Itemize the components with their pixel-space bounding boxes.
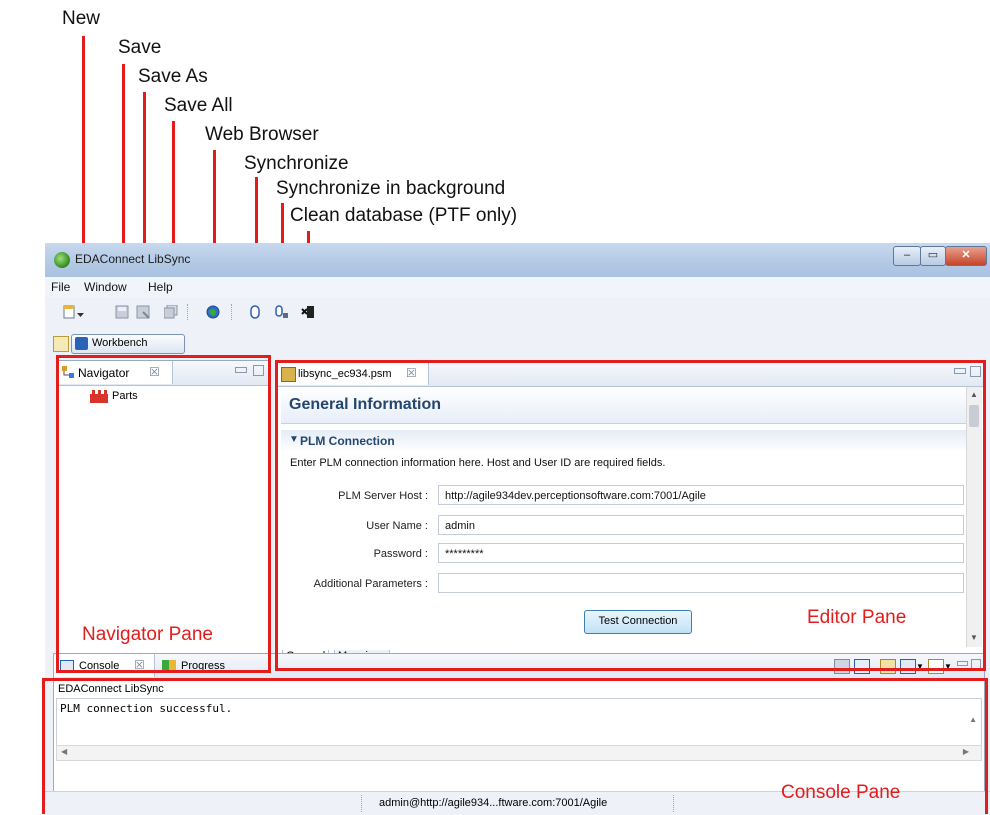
save-as-icon[interactable] — [136, 305, 150, 319]
new-icon[interactable] — [62, 305, 76, 319]
clean-database-icon[interactable] — [301, 305, 315, 319]
menu-file[interactable]: File — [51, 280, 70, 294]
new-dropdown-icon[interactable] — [77, 307, 85, 321]
open-perspective-icon[interactable] — [53, 336, 69, 352]
web-browser-icon[interactable] — [206, 305, 220, 319]
app-icon — [54, 252, 70, 268]
perspective-bar: Workbench — [45, 331, 990, 355]
callout-new: New — [62, 8, 101, 29]
callout-synchronize: Synchronize — [244, 153, 349, 174]
workbench-perspective-button[interactable]: Workbench — [71, 334, 185, 354]
editor-pane-label: Editor Pane — [807, 607, 907, 628]
toolbar-separator — [231, 304, 233, 320]
synchronize-background-icon[interactable] — [275, 305, 289, 319]
save-icon[interactable] — [115, 305, 129, 319]
navigator-pane-label: Navigator Pane — [82, 624, 213, 645]
minimize-button[interactable]: – — [893, 246, 921, 266]
maximize-button[interactable]: ▭ — [920, 246, 946, 266]
callout-save-all: Save All — [164, 95, 233, 116]
toolbar — [45, 298, 990, 326]
save-all-icon[interactable] — [163, 304, 178, 319]
close-button[interactable]: ✕ — [945, 246, 987, 266]
callout-clean-database: Clean database (PTF only) — [290, 205, 518, 226]
menu-window[interactable]: Window — [84, 280, 127, 294]
callout-synchronize-background: Synchronize in background — [276, 178, 506, 199]
menu-help[interactable]: Help — [148, 280, 173, 294]
toolbar-separator — [187, 304, 189, 320]
callout-web-browser: Web Browser — [205, 124, 319, 145]
window-title: EDAConnect LibSync — [75, 252, 191, 266]
console-pane-label: Console Pane — [781, 782, 901, 803]
callout-save: Save — [118, 37, 162, 58]
workbench-icon — [75, 337, 88, 350]
workbench-label: Workbench — [92, 337, 148, 349]
menu-bar: File Window Help — [45, 277, 990, 297]
callout-save-as: Save As — [138, 66, 208, 87]
synchronize-icon[interactable] — [248, 305, 262, 319]
title-bar[interactable]: EDAConnect LibSync – ▭ ✕ — [45, 243, 990, 278]
